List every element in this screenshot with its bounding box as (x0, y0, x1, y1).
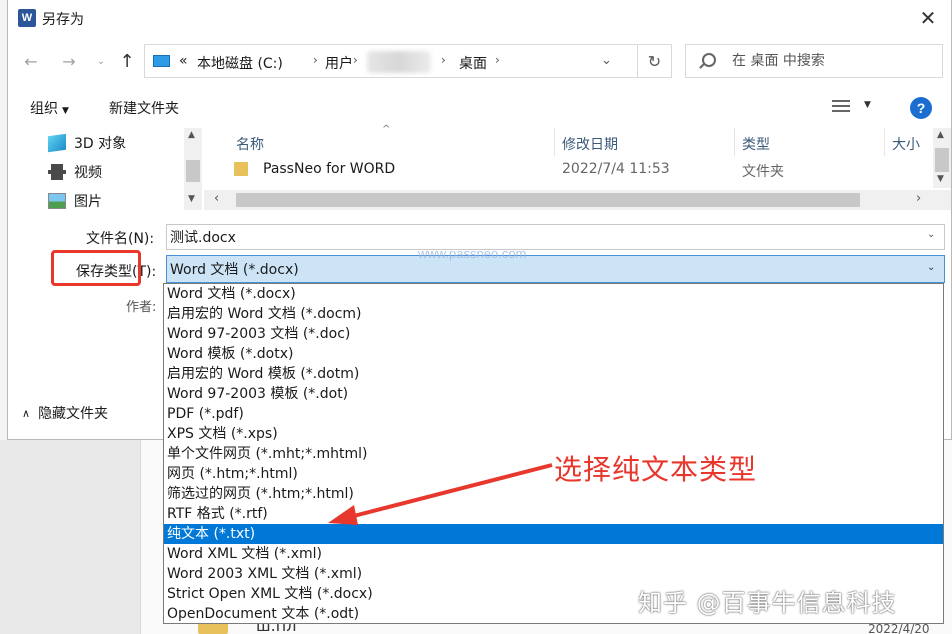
save-type-option[interactable]: Word 97-2003 模板 (*.dot) (164, 384, 943, 404)
address-dropdown-chevron-icon[interactable]: ⌄ (601, 53, 612, 68)
navigation-pane: 3D 对象 视频 图片 ▲ ▼ (8, 128, 204, 210)
close-button[interactable]: ✕ (915, 6, 941, 30)
save-type-option[interactable]: 启用宏的 Word 模板 (*.dotm) (164, 364, 943, 384)
organize-button[interactable]: 组织 ▼ (30, 98, 69, 118)
file-type: 文件夹 (742, 164, 784, 180)
breadcrumb-separator[interactable]: › (353, 53, 358, 67)
column-divider[interactable] (884, 128, 885, 156)
breadcrumb-separator[interactable]: › (495, 53, 500, 67)
scrollbar-thumb[interactable] (935, 148, 949, 172)
table-row[interactable]: PassNeo for WORD 2022/7/4 11:53 文件夹 (204, 158, 932, 182)
blurred-username (367, 51, 431, 73)
column-header-size[interactable]: 大小 (892, 134, 920, 154)
column-header-name[interactable]: 名称 (236, 134, 264, 154)
organize-caret-icon: ▼ (62, 106, 69, 116)
breadcrumb-users[interactable]: 用户 (325, 53, 353, 73)
save-type-option[interactable]: Word 模板 (*.dotx) (164, 344, 943, 364)
save-type-option[interactable]: Word 2003 XML 文档 (*.xml) (164, 564, 943, 584)
hide-folders-label: 隐藏文件夹 (38, 406, 109, 422)
address-bar[interactable]: « 本地磁盘 (C:) › 用户 › › 桌面 › ⌄ (144, 44, 638, 78)
navigation-row: ← → ⌄ ↑ « 本地磁盘 (C:) › 用户 › › 桌面 › ⌄ ↻ (8, 40, 952, 84)
folder-icon (234, 162, 248, 176)
scroll-left-icon[interactable]: ‹ (214, 191, 219, 206)
search-input[interactable] (732, 51, 932, 71)
save-type-select[interactable]: Word 文档 (*.docx) (166, 255, 945, 283)
column-header-modified[interactable]: 修改日期 (562, 134, 618, 154)
file-name: PassNeo for WORD (263, 161, 396, 177)
hide-folders-toggle[interactable]: ∧ 隐藏文件夹 (22, 403, 108, 423)
recent-locations-chevron-icon[interactable]: ⌄ (90, 50, 112, 72)
refresh-icon[interactable]: ↻ (638, 44, 672, 78)
view-options-icon[interactable] (832, 100, 850, 114)
help-icon[interactable]: ? (910, 97, 932, 119)
save-type-option[interactable]: PDF (*.pdf) (164, 404, 943, 424)
search-icon (702, 53, 716, 67)
sort-ascending-icon: ^ (382, 124, 391, 135)
author-label: 作者: (126, 300, 157, 315)
sidebar-item-pictures[interactable]: 图片 (48, 190, 102, 212)
save-type-dropdown-chevron-icon[interactable]: ⌄ (927, 262, 935, 273)
save-type-option[interactable]: 启用宏的 Word 文档 (*.docm) (164, 304, 943, 324)
search-box[interactable] (685, 44, 943, 78)
column-header-type[interactable]: 类型 (742, 134, 770, 154)
file-modified: 2022/7/4 11:53 (562, 161, 670, 177)
column-divider[interactable] (734, 128, 735, 156)
video-icon (48, 164, 66, 180)
back-arrow-icon[interactable]: ← (20, 50, 42, 72)
save-type-option[interactable]: Word 97-2003 文档 (*.doc) (164, 324, 943, 344)
navigation-pane-scrollbar[interactable]: ▲ ▼ (184, 128, 202, 210)
watermark: www.passneo.com (418, 246, 527, 261)
filename-input[interactable] (166, 224, 945, 250)
dialog-title: 另存为 (42, 12, 84, 28)
column-divider[interactable] (554, 128, 555, 156)
sidebar-item-label: 3D 对象 (74, 136, 127, 152)
3d-objects-icon (48, 133, 66, 153)
scrollbar-thumb[interactable] (186, 160, 200, 182)
sidebar-item-videos[interactable]: 视频 (48, 161, 102, 183)
scroll-up-icon[interactable]: ▲ (188, 130, 195, 140)
pictures-icon (48, 193, 66, 209)
breadcrumb-separator[interactable]: › (313, 53, 318, 67)
up-arrow-icon[interactable]: ↑ (116, 50, 138, 72)
view-caret-icon[interactable]: ▼ (864, 100, 871, 110)
forward-arrow-icon[interactable]: → (58, 50, 80, 72)
annotation-arrow (328, 463, 553, 525)
scroll-up-icon[interactable]: ▲ (937, 130, 944, 140)
chevron-up-icon: ∧ (22, 406, 31, 420)
organize-label: 组织 (30, 101, 58, 117)
this-pc-icon (153, 55, 170, 67)
save-type-option[interactable]: Word XML 文档 (*.xml) (164, 544, 943, 564)
save-type-option[interactable]: Word 文档 (*.docx) (164, 284, 943, 304)
save-type-option[interactable]: XPS 文档 (*.xps) (164, 424, 943, 444)
sidebar-item-label: 图片 (74, 194, 102, 210)
breadcrumb-prefix[interactable]: « (179, 53, 188, 69)
file-list: ^ 名称 修改日期 类型 大小 PassNeo for WORD 2022/7/… (204, 124, 952, 210)
sidebar-item-3d-objects[interactable]: 3D 对象 (48, 132, 126, 154)
scroll-down-icon[interactable]: ▼ (188, 194, 195, 204)
breadcrumb-desktop[interactable]: 桌面 (459, 53, 487, 73)
scroll-down-icon[interactable]: ▼ (937, 174, 944, 184)
file-list-horizontal-scrollbar[interactable]: ‹ › (204, 190, 951, 210)
dialog-toolbar: 组织 ▼ 新建文件夹 ▼ ? (8, 90, 952, 126)
filename-label: 文件名(N): (86, 231, 155, 247)
sidebar-item-label: 视频 (74, 165, 102, 181)
file-list-vertical-scrollbar[interactable]: ▲ ▼ (933, 128, 951, 188)
annotation-text: 选择纯文本类型 (554, 453, 758, 486)
breadcrumb-separator[interactable]: › (441, 53, 446, 67)
dialog-titlebar: W 另存为 ✕ (8, 0, 952, 36)
scrollbar-thumb[interactable] (236, 193, 860, 207)
scroll-right-icon[interactable]: › (916, 191, 921, 206)
annotation-highlight-box (51, 250, 141, 286)
word-app-icon: W (18, 9, 36, 27)
breadcrumb-local-disk[interactable]: 本地磁盘 (C:) (197, 53, 283, 73)
source-credit: 知乎 @百事牛信息科技 (638, 589, 897, 617)
save-type-current-value: Word 文档 (*.docx) (170, 262, 299, 278)
new-folder-button[interactable]: 新建文件夹 (109, 98, 179, 118)
filename-dropdown-chevron-icon[interactable]: ⌄ (927, 229, 935, 240)
